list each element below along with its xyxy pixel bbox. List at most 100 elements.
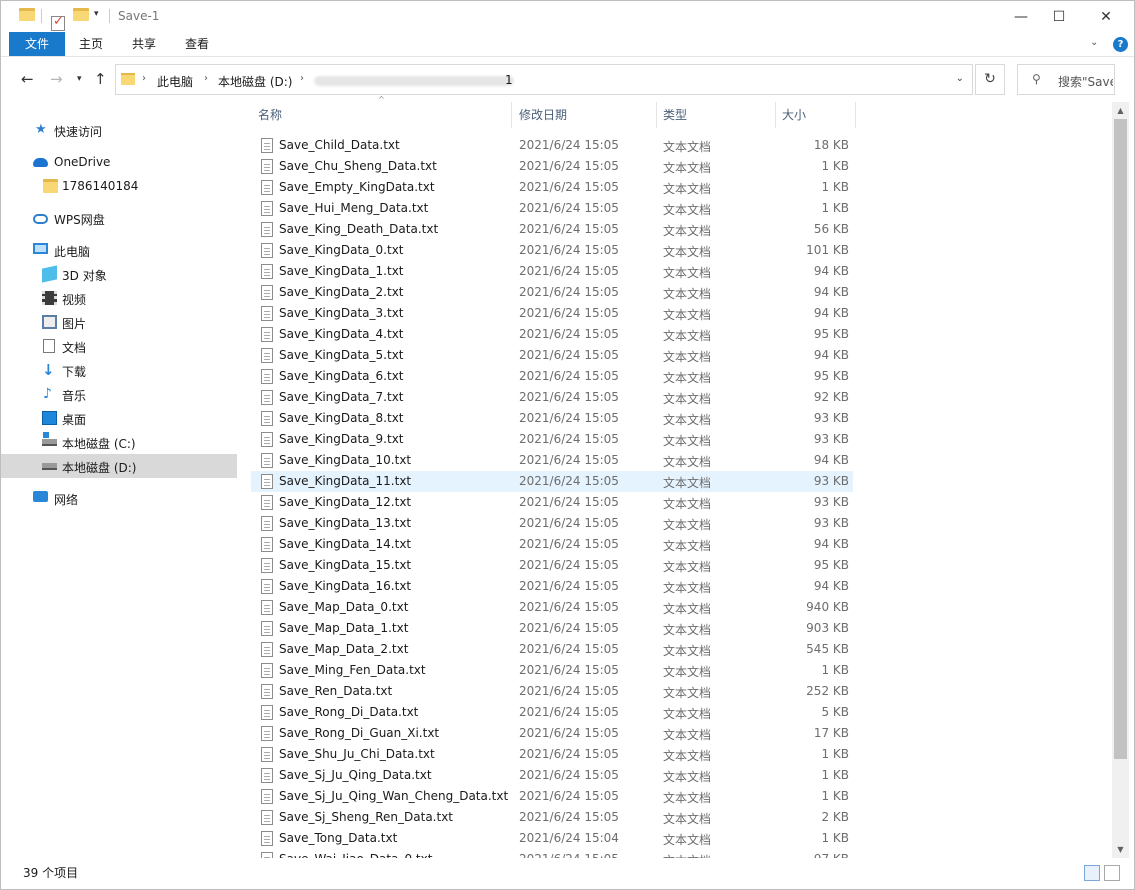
file-row[interactable]: Save_Wai_Jiao_Data_0.txt2021/6/24 15:05文… bbox=[251, 849, 853, 858]
tab-view[interactable]: 查看 bbox=[175, 32, 219, 56]
file-row[interactable]: Save_Sj_Ju_Qing_Data.txt 2021/6/24 15:05 文… bbox=[251, 765, 853, 786]
column-header-date[interactable]: 修改日期 bbox=[519, 102, 655, 128]
file-row[interactable]: Save_KingData_12.txt 2021/6/24 15:05 文本文档 9… bbox=[251, 492, 853, 513]
breadcrumb-this-pc[interactable]: 此电脑 bbox=[157, 73, 193, 90]
sidebar-item-quick-access[interactable]: ★ 快速访问 bbox=[1, 118, 237, 142]
chevron-right-icon[interactable]: › bbox=[300, 73, 304, 84]
new-folder-icon[interactable] bbox=[73, 8, 89, 21]
file-row[interactable]: Save_Empty_KingData.txt 2021/6/24 15:05 文本… bbox=[251, 177, 853, 198]
chevron-down-icon[interactable]: ⌄ bbox=[956, 73, 964, 84]
text-file-icon bbox=[261, 390, 273, 405]
file-row[interactable]: Save_Hui_Meng_Data.txt 2021/6/24 15:05 文本文… bbox=[251, 198, 853, 219]
file-row[interactable]: Save_KingData_0.txt 2021/6/24 15:05 文本文档 10… bbox=[251, 240, 853, 261]
sidebar-item-desktop[interactable]: 桌面 bbox=[1, 406, 237, 430]
sidebar-item-pictures[interactable]: 图片 bbox=[1, 310, 237, 334]
maximize-button[interactable]: ☐ bbox=[1036, 1, 1082, 32]
file-row[interactable]: Save_Map_Data_2.txt 2021/6/24 15:05 文本文档 54… bbox=[251, 639, 853, 660]
file-row[interactable]: Save_KingData_10.txt 2021/6/24 15:05 文本文档 9… bbox=[251, 450, 853, 471]
column-header-name[interactable]: 名称 bbox=[258, 102, 508, 128]
file-row[interactable]: Save_Tong_Data.txt 2021/6/24 15:04 文本文档 1 K… bbox=[251, 828, 853, 849]
column-divider[interactable] bbox=[511, 102, 512, 128]
large-icons-view-icon[interactable] bbox=[1104, 865, 1120, 881]
properties-icon[interactable] bbox=[51, 14, 65, 31]
file-row[interactable]: Save_Child_Data.txt 2021/6/24 15:05 文本文档 18… bbox=[251, 135, 853, 156]
column-divider[interactable] bbox=[775, 102, 776, 128]
sidebar-item-drive-c[interactable]: 本地磁盘 (C:) bbox=[1, 430, 237, 454]
file-row[interactable]: Save_Sj_Sheng_Ren_Data.txt 2021/6/24 15:0… bbox=[251, 807, 853, 828]
text-file-icon bbox=[261, 201, 273, 216]
sidebar-item-wps[interactable]: WPS网盘 bbox=[1, 206, 237, 230]
file-type: 文本文档 bbox=[663, 161, 712, 175]
column-header-type[interactable]: 类型 bbox=[663, 102, 773, 128]
file-row[interactable]: Save_Shu_Ju_Chi_Data.txt 2021/6/24 15:05 文… bbox=[251, 744, 853, 765]
file-row[interactable]: Save_KingData_6.txt 2021/6/24 15:05 文本文档 95… bbox=[251, 366, 853, 387]
file-row[interactable]: Save_Rong_Di_Guan_Xi.txt 2021/6/24 15:05 文… bbox=[251, 723, 853, 744]
details-view-icon[interactable] bbox=[1084, 865, 1100, 881]
sidebar-item-videos[interactable]: 视频 bbox=[1, 286, 237, 310]
file-type: 文本文档 bbox=[663, 581, 712, 595]
file-row[interactable]: Save_KingData_1.txt 2021/6/24 15:05 文本文档 94… bbox=[251, 261, 853, 282]
column-divider[interactable] bbox=[855, 102, 856, 128]
breadcrumb-current-folder[interactable]: 1 bbox=[505, 73, 513, 87]
forward-arrow-icon[interactable]: → bbox=[50, 70, 63, 88]
back-arrow-icon[interactable]: ← bbox=[21, 70, 34, 88]
file-row[interactable]: Save_KingData_15.txt 2021/6/24 15:05 文本文档 9… bbox=[251, 555, 853, 576]
file-row[interactable]: Save_Map_Data_0.txt 2021/6/24 15:05 文本文档 94… bbox=[251, 597, 853, 618]
file-name: Save_Ren_Data.txt bbox=[279, 684, 393, 698]
column-divider[interactable] bbox=[656, 102, 657, 128]
folder-icon bbox=[121, 73, 135, 85]
chevron-right-icon[interactable]: › bbox=[204, 73, 208, 84]
file-row[interactable]: Save_KingData_3.txt 2021/6/24 15:05 文本文档 94… bbox=[251, 303, 853, 324]
file-type: 文本文档 bbox=[663, 749, 712, 763]
chevron-right-icon[interactable]: › bbox=[142, 73, 146, 84]
file-row[interactable]: Save_KingData_9.txt 2021/6/24 15:05 文本文档 93… bbox=[251, 429, 853, 450]
file-row[interactable]: Save_Ming_Fen_Data.txt 2021/6/24 15:05 文本文… bbox=[251, 660, 853, 681]
recent-locations-icon[interactable]: ▾ bbox=[77, 74, 82, 84]
up-arrow-icon[interactable]: ↑ bbox=[94, 70, 107, 88]
sidebar-item-network[interactable]: 网络 bbox=[1, 486, 237, 510]
help-icon[interactable]: ? bbox=[1113, 37, 1128, 52]
vertical-scrollbar[interactable]: ▲ ▼ bbox=[1112, 102, 1129, 858]
sidebar-item-downloads[interactable]: ↓ 下载 bbox=[1, 358, 237, 382]
file-row[interactable]: Save_KingData_5.txt 2021/6/24 15:05 文本文档 94… bbox=[251, 345, 853, 366]
file-row[interactable]: Save_Rong_Di_Data.txt 2021/6/24 15:05 文本文档… bbox=[251, 702, 853, 723]
file-name: Save_KingData_5.txt bbox=[279, 348, 404, 362]
file-row[interactable]: Save_KingData_11.txt 2021/6/24 15:05 文本文档 9… bbox=[251, 471, 853, 492]
file-size: 93 KB bbox=[813, 411, 849, 425]
file-row[interactable]: Save_Ren_Data.txt 2021/6/24 15:05 文本文档 252 … bbox=[251, 681, 853, 702]
close-button[interactable]: ✕ bbox=[1083, 1, 1129, 32]
file-name: Save_KingData_8.txt bbox=[279, 411, 404, 425]
tab-file[interactable]: 文件 bbox=[9, 32, 65, 56]
scrollbar-thumb[interactable] bbox=[1114, 119, 1127, 759]
column-header-size[interactable]: 大小 bbox=[782, 102, 852, 128]
file-row[interactable]: Save_KingData_7.txt 2021/6/24 15:05 文本文档 92… bbox=[251, 387, 853, 408]
sidebar-item-documents[interactable]: 文档 bbox=[1, 334, 237, 358]
file-row[interactable]: Save_Sj_Ju_Qing_Wan_Cheng_Data.txt 2021/6… bbox=[251, 786, 853, 807]
file-row[interactable]: Save_Map_Data_1.txt 2021/6/24 15:05 文本文档 90… bbox=[251, 618, 853, 639]
sidebar-item-onedrive-folder[interactable]: 1786140184 bbox=[1, 174, 237, 198]
search-input[interactable]: ⚲ 搜索"Save-1" bbox=[1017, 64, 1115, 95]
scroll-down-icon[interactable]: ▼ bbox=[1112, 841, 1129, 858]
file-row[interactable]: Save_KingData_2.txt 2021/6/24 15:05 文本文档 94… bbox=[251, 282, 853, 303]
file-row[interactable]: Save_KingData_8.txt 2021/6/24 15:05 文本文档 93… bbox=[251, 408, 853, 429]
sidebar-item-drive-d[interactable]: 本地磁盘 (D:) bbox=[1, 454, 237, 478]
tab-share[interactable]: 共享 bbox=[121, 32, 167, 56]
tab-home[interactable]: 主页 bbox=[69, 32, 113, 56]
customize-quick-access-icon[interactable]: ▾ bbox=[94, 9, 99, 19]
refresh-icon[interactable]: ↻ bbox=[975, 64, 1005, 95]
sidebar-item-music[interactable]: ♪ 音乐 bbox=[1, 382, 237, 406]
file-row[interactable]: Save_KingData_13.txt 2021/6/24 15:05 文本文档 9… bbox=[251, 513, 853, 534]
file-row[interactable]: Save_KingData_16.txt 2021/6/24 15:05 文本文档 9… bbox=[251, 576, 853, 597]
scroll-up-icon[interactable]: ▲ bbox=[1112, 102, 1129, 119]
sidebar-item-onedrive[interactable]: OneDrive bbox=[1, 150, 237, 174]
expand-ribbon-icon[interactable]: ⌄ bbox=[1090, 37, 1098, 48]
address-bar[interactable]: › 此电脑 › 本地磁盘 (D:) › 1 ⌄ bbox=[115, 64, 973, 95]
sidebar-item-this-pc[interactable]: 此电脑 bbox=[1, 238, 237, 262]
file-row[interactable]: Save_KingData_4.txt 2021/6/24 15:05 文本文档 95… bbox=[251, 324, 853, 345]
file-row[interactable]: Save_King_Death_Data.txt 2021/6/24 15:05 文… bbox=[251, 219, 853, 240]
sidebar-item-3d-objects[interactable]: 3D 对象 bbox=[1, 262, 237, 286]
file-row[interactable]: Save_KingData_14.txt 2021/6/24 15:05 文本文档 9… bbox=[251, 534, 853, 555]
breadcrumb-drive-d[interactable]: 本地磁盘 (D:) bbox=[218, 73, 292, 90]
file-row[interactable]: Save_Chu_Sheng_Data.txt 2021/6/24 15:05 文本… bbox=[251, 156, 853, 177]
file-type: 文本文档 bbox=[663, 350, 712, 364]
